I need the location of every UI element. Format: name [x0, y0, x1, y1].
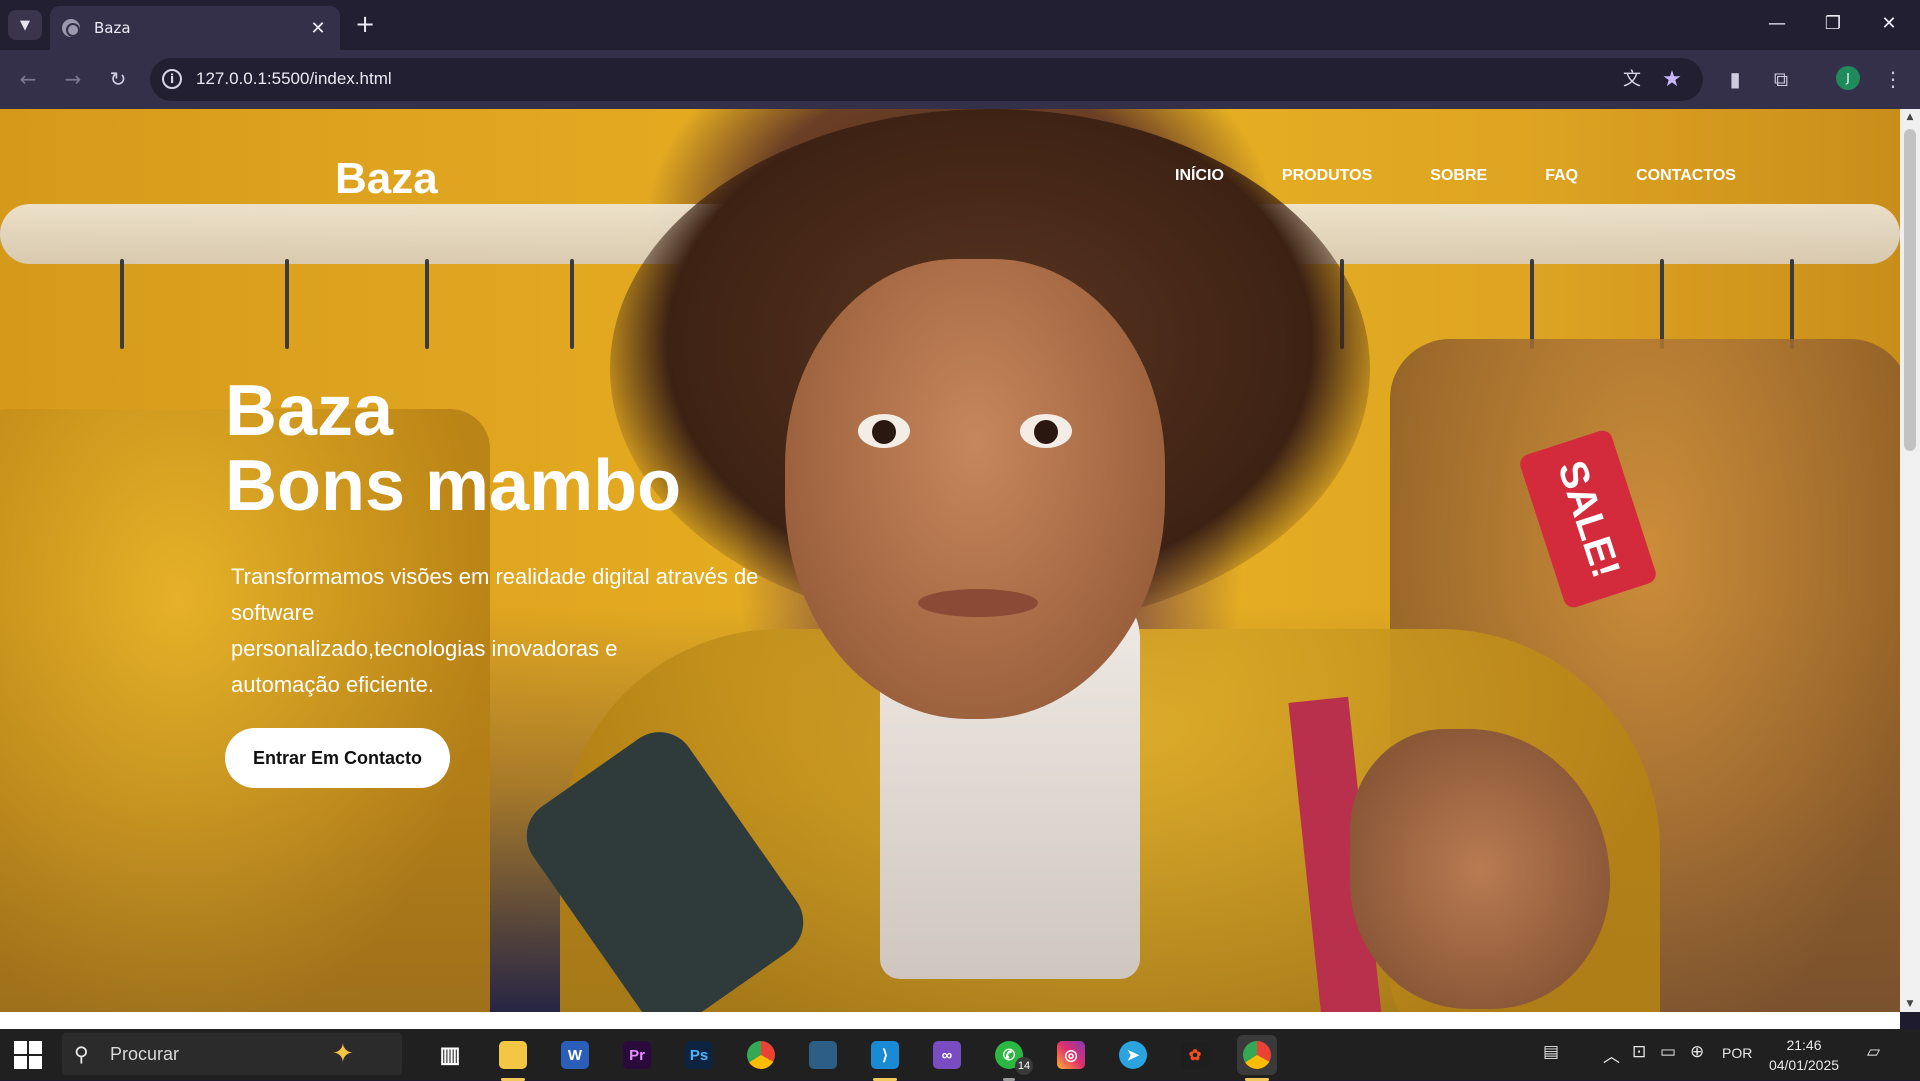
hanger — [570, 259, 574, 349]
globe-icon — [62, 19, 80, 37]
nav-link-produtos[interactable]: PRODUTOS — [1282, 167, 1372, 185]
minimize-button[interactable]: — — [1754, 6, 1800, 42]
extensions-icon[interactable]: ⧉ — [1766, 64, 1796, 94]
browser-tabstrip: ▼ Baza ✕ + — ❐ ✕ — [0, 0, 1920, 50]
hero-title-line: Bons mambo — [225, 446, 682, 526]
hero-subtitle-line: Transformamos visões em realidade digita… — [231, 564, 759, 589]
notifications-icon[interactable]: ▱ — [1867, 1042, 1880, 1062]
page-bottom-strip — [0, 1012, 1900, 1029]
instagram-icon[interactable]: ◎ — [1051, 1035, 1091, 1075]
hanger — [1660, 259, 1664, 349]
scroll-down-arrow[interactable]: ▼ — [1900, 996, 1920, 1012]
globe-icon[interactable]: ⊕ — [1690, 1042, 1704, 1062]
page-scrollbar[interactable]: ▲ ▼ — [1900, 109, 1920, 1012]
menu-kebab-icon[interactable]: ⋮ — [1878, 64, 1908, 94]
hero-subtitle-line: personalizado,tecnologias inovadoras e — [231, 636, 618, 661]
reload-button[interactable]: ↻ — [102, 63, 134, 95]
word-icon[interactable]: W — [555, 1035, 595, 1075]
hanger — [1790, 259, 1794, 349]
search-icon: ⚲ — [74, 1042, 89, 1066]
tab-title: Baza — [94, 19, 131, 37]
hanger — [120, 259, 124, 349]
whatsapp-badge: 14 — [1015, 1057, 1033, 1075]
task-view-icon[interactable]: ▥ — [430, 1035, 470, 1075]
bookmark-star-icon[interactable]: ★ — [1660, 68, 1684, 92]
news-widget-icon[interactable]: ▤ — [1543, 1042, 1559, 1062]
usb-icon[interactable]: ⊡ — [1632, 1042, 1646, 1062]
restore-button[interactable]: ❐ — [1810, 6, 1856, 42]
hanger — [425, 259, 429, 349]
contact-button[interactable]: Entrar Em Contacto — [225, 728, 450, 788]
site-info-icon[interactable]: i — [162, 69, 182, 89]
hero-title-line: Baza — [225, 371, 394, 451]
browser-tab[interactable]: Baza ✕ — [50, 6, 340, 50]
telegram-icon[interactable]: ➤ — [1113, 1035, 1153, 1075]
taskbar-search[interactable]: ⚲ Procurar ✦ — [62, 1033, 402, 1075]
taskbar-clock[interactable]: 21:46 04/01/2025 — [1765, 1035, 1843, 1075]
sparkle-icon: ✦ — [332, 1039, 354, 1069]
chevron-up-icon[interactable]: ︿ — [1603, 1042, 1620, 1067]
nav-link-inicio[interactable]: INÍCIO — [1175, 167, 1224, 185]
hero-subtitle: Transformamos visões em realidade digita… — [231, 559, 771, 703]
chrome-profile-icon[interactable] — [1237, 1035, 1277, 1081]
windows-start-icon[interactable] — [14, 1041, 42, 1069]
left-eye — [858, 414, 910, 448]
forward-button[interactable]: → — [57, 63, 89, 95]
hanger — [1530, 259, 1534, 349]
sale-tag-text: SALE! — [1549, 454, 1628, 583]
premiere-icon[interactable]: Pr — [617, 1035, 657, 1075]
battery-icon[interactable]: ▭ — [1660, 1042, 1676, 1062]
new-tab-button[interactable]: + — [350, 10, 380, 40]
chrome-icon[interactable] — [741, 1035, 781, 1075]
vscode-icon[interactable]: ⟩ — [865, 1035, 905, 1081]
profile-avatar[interactable]: J — [1836, 66, 1860, 90]
nav-link-contactos[interactable]: CONTACTOS — [1636, 167, 1736, 185]
photoshop-icon[interactable]: Ps — [679, 1035, 719, 1075]
chevron-down-icon: ▼ — [20, 17, 30, 33]
nav-link-sobre[interactable]: SOBRE — [1430, 167, 1487, 185]
address-bar[interactable]: i 127.0.0.1:5500/index.html 文 ★ — [150, 58, 1703, 101]
language-indicator[interactable]: POR — [1722, 1045, 1752, 1061]
figma-icon[interactable]: ✿ — [1175, 1035, 1215, 1075]
tab-close-button[interactable]: ✕ — [308, 18, 328, 39]
page-viewport: SALE! Baza INÍCIO PRODUTOS SOBRE FAQ CON… — [0, 109, 1900, 1012]
site-nav: INÍCIO PRODUTOS SOBRE FAQ CONTACTOS — [1175, 167, 1736, 185]
hero-subtitle-line: software — [231, 600, 315, 625]
close-window-button[interactable]: ✕ — [1866, 6, 1912, 42]
whatsapp-icon[interactable]: ✆ 14 — [989, 1035, 1033, 1081]
mouth — [918, 589, 1038, 617]
file-explorer-icon[interactable] — [493, 1035, 533, 1081]
back-button[interactable]: ← — [12, 63, 44, 95]
clock-time: 21:46 — [1786, 1037, 1822, 1053]
hanger — [285, 259, 289, 349]
translate-icon[interactable]: 文 — [1620, 68, 1644, 92]
scroll-thumb[interactable] — [1904, 129, 1916, 451]
mysql-workbench-icon[interactable] — [803, 1035, 843, 1075]
nav-link-faq[interactable]: FAQ — [1545, 167, 1578, 185]
hero-subtitle-line: automação eficiente. — [231, 672, 435, 697]
scroll-up-arrow[interactable]: ▲ — [1900, 109, 1920, 125]
windows-taskbar: ⚲ Procurar ✦ ▥ W Pr Ps ⟩ ∞ ✆ 14 ◎ ➤ ✿ ▤ … — [0, 1029, 1920, 1081]
hero-title: Baza Bons mambo — [225, 374, 681, 524]
taskbar-search-placeholder: Procurar — [110, 1044, 180, 1064]
tab-search-button[interactable]: ▼ — [8, 10, 42, 40]
site-logo[interactable]: Baza — [335, 154, 438, 204]
right-eye — [1020, 414, 1072, 448]
browser-toolbar: ← → ↻ i 127.0.0.1:5500/index.html 文 ★ ▮ … — [0, 50, 1920, 109]
clock-date: 04/01/2025 — [1768, 1057, 1840, 1073]
url-text: 127.0.0.1:5500/index.html — [196, 69, 392, 88]
reading-list-icon[interactable]: ▮ — [1720, 64, 1750, 94]
visual-studio-icon[interactable]: ∞ — [927, 1035, 967, 1075]
woman-face — [785, 259, 1165, 719]
